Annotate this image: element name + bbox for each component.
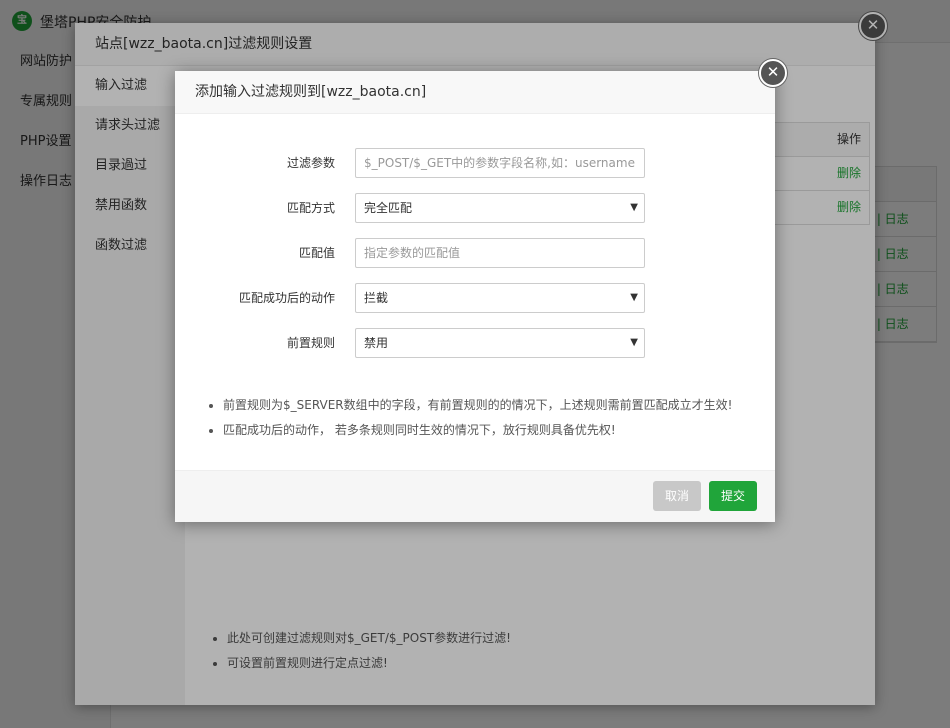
param-input[interactable] [355, 148, 645, 178]
match-mode-select[interactable]: 完全匹配 ▼ [355, 193, 645, 223]
close-dialog-button[interactable]: ✕ [759, 59, 787, 87]
chevron-down-icon: ▼ [630, 292, 638, 303]
action-label: 匹配成功后的动作 [238, 291, 335, 305]
pre-rule-label: 前置规则 [286, 336, 335, 350]
dialog-title: 添加输入过滤规则到[wzz_baota.cn] [175, 71, 775, 114]
action-row: 匹配成功后的动作 拦截 ▼ [175, 283, 775, 313]
close-icon: ✕ [766, 63, 780, 81]
match-mode-label: 匹配方式 [286, 201, 335, 215]
match-value-input[interactable] [355, 238, 645, 268]
dialog-notes: 前置规则为$_SERVER数组中的字段，有前置规则的的情况下，上述规则需前置匹配… [205, 393, 732, 443]
chevron-down-icon: ▼ [630, 337, 638, 348]
pre-rule-value: 禁用 [364, 336, 389, 350]
match-mode-value: 完全匹配 [364, 201, 413, 215]
note-item: 前置规则为$_SERVER数组中的字段，有前置规则的的情况下，上述规则需前置匹配… [223, 393, 732, 418]
param-row: 过滤参数 [175, 148, 775, 178]
match-mode-row: 匹配方式 完全匹配 ▼ [175, 193, 775, 223]
submit-button[interactable]: 提交 [709, 481, 758, 511]
action-select[interactable]: 拦截 ▼ [355, 283, 645, 313]
dialog-footer: 取消 提交 [175, 470, 775, 522]
action-value: 拦截 [364, 291, 389, 305]
match-value-row: 匹配值 [175, 238, 775, 268]
param-label: 过滤参数 [286, 156, 335, 170]
pre-rule-row: 前置规则 禁用 ▼ [175, 328, 775, 358]
note-item: 匹配成功后的动作， 若多条规则同时生效的情况下，放行规则具备优先权! [223, 418, 732, 443]
match-value-label: 匹配值 [298, 246, 335, 260]
add-filter-rule-dialog: 添加输入过滤规则到[wzz_baota.cn] 过滤参数 匹配方式 完全匹配 ▼… [175, 71, 775, 522]
chevron-down-icon: ▼ [630, 202, 638, 213]
pre-rule-select[interactable]: 禁用 ▼ [355, 328, 645, 358]
cancel-button[interactable]: 取消 [653, 481, 702, 511]
